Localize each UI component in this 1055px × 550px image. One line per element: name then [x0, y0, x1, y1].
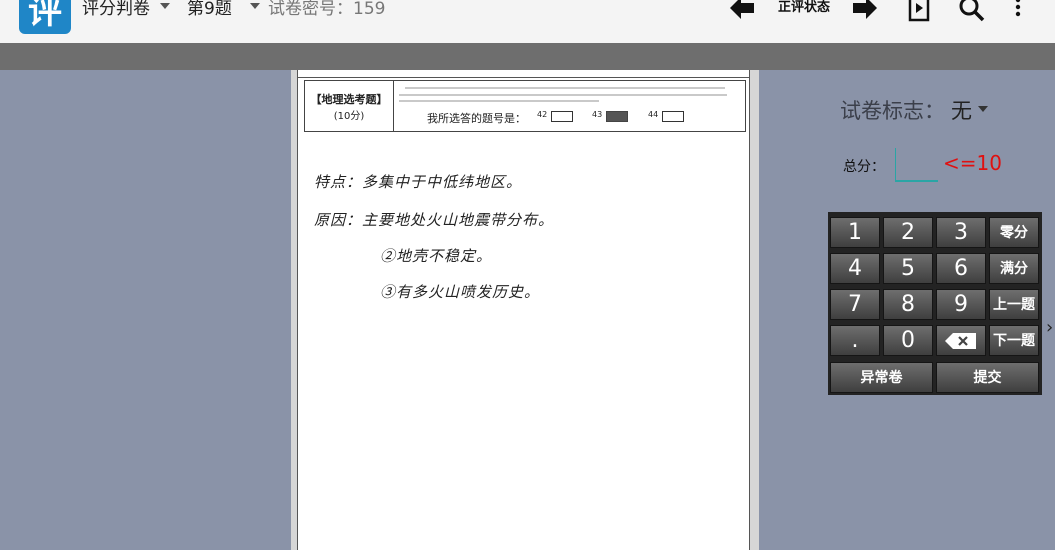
key-2[interactable]: 2	[883, 217, 933, 248]
chevron-down-icon[interactable]	[250, 3, 260, 9]
next-question-button[interactable]: 下一题	[989, 325, 1039, 356]
key-4[interactable]: 4	[830, 253, 880, 284]
media-doc-icon[interactable]	[907, 0, 931, 24]
app-logo: 评	[19, 0, 71, 34]
option-checkbox	[662, 111, 684, 122]
question-header: 【地理选考题】 (10分) 我所选答的题号是： 42 43 44	[304, 80, 746, 132]
back-arrow-icon[interactable]	[728, 0, 756, 22]
score-limit: <=10	[943, 151, 1002, 175]
option-checkbox-selected	[606, 111, 628, 122]
paper-viewer[interactable]: 【地理选考题】 (10分) 我所选答的题号是： 42 43 44 特点：多集中于…	[291, 70, 759, 550]
key-dot[interactable]: .	[830, 325, 880, 356]
zero-score-button[interactable]: 零分	[989, 217, 1039, 248]
key-3[interactable]: 3	[936, 217, 986, 248]
key-7[interactable]: 7	[830, 289, 880, 320]
key-5[interactable]: 5	[883, 253, 933, 284]
key-0[interactable]: 0	[883, 325, 933, 356]
answer-line: ③有多火山喷发历史。	[380, 283, 541, 301]
paper-flag-label: 试卷标志：	[840, 99, 945, 123]
search-icon[interactable]	[957, 0, 987, 24]
key-1[interactable]: 1	[830, 217, 880, 248]
chevron-down-icon[interactable]	[978, 106, 988, 112]
instructions-text	[399, 94, 727, 96]
paper-top-rule	[298, 77, 749, 78]
abnormal-paper-button[interactable]: 异常卷	[830, 362, 933, 393]
more-icon[interactable]	[1011, 0, 1025, 24]
answer-line: 特点：多集中于中低纬地区。	[314, 173, 523, 191]
key-6[interactable]: 6	[936, 253, 986, 284]
top-bar: 评 评分判卷 第9题 试卷密号：159 正评状态	[0, 0, 1055, 43]
separator-strip	[0, 43, 1055, 70]
question-selector[interactable]: 第9题	[187, 0, 232, 18]
backspace-icon	[945, 333, 976, 349]
header-title-cell: 【地理选考题】 (10分)	[305, 81, 394, 131]
total-score-label: 总分：	[843, 159, 885, 175]
chevron-right-icon[interactable]: ›	[1046, 317, 1053, 338]
score-keypad: 1 2 3 零分 4 5 6 满分 7 8 9 上一题 . 0 下一题 异常卷 …	[828, 212, 1042, 395]
answer-sheet: 【地理选考题】 (10分) 我所选答的题号是： 42 43 44 特点：多集中于…	[297, 70, 750, 550]
section-score: (10分)	[333, 111, 365, 122]
instructions-text	[399, 100, 599, 102]
total-score-input[interactable]	[895, 148, 938, 182]
full-score-button[interactable]: 满分	[989, 253, 1039, 284]
answer-line: 原因：主要地处火山地震带分布。	[314, 211, 555, 229]
section-title: 【地理选考题】	[310, 93, 388, 106]
prev-question-button[interactable]: 上一题	[989, 289, 1039, 320]
answer-line: ②地壳不稳定。	[380, 247, 493, 265]
chevron-down-icon[interactable]	[160, 3, 170, 9]
backspace-button[interactable]	[936, 325, 986, 356]
key-9[interactable]: 9	[936, 289, 986, 320]
paper-flag-select[interactable]: 无	[951, 95, 972, 125]
forward-arrow-icon[interactable]	[851, 0, 879, 22]
instructions-text	[405, 87, 725, 89]
submit-button[interactable]: 提交	[936, 362, 1039, 393]
option-number: 42	[537, 110, 548, 119]
option-number: 44	[648, 110, 659, 119]
option-checkbox	[551, 111, 573, 122]
paper-code-label: 试卷密号：159	[268, 0, 386, 19]
option-number: 43	[592, 110, 603, 119]
key-8[interactable]: 8	[883, 289, 933, 320]
grading-status: 正评状态	[778, 0, 831, 15]
app-title: 评分判卷	[82, 0, 150, 19]
question-choice-prompt: 我所选答的题号是：	[427, 112, 526, 125]
